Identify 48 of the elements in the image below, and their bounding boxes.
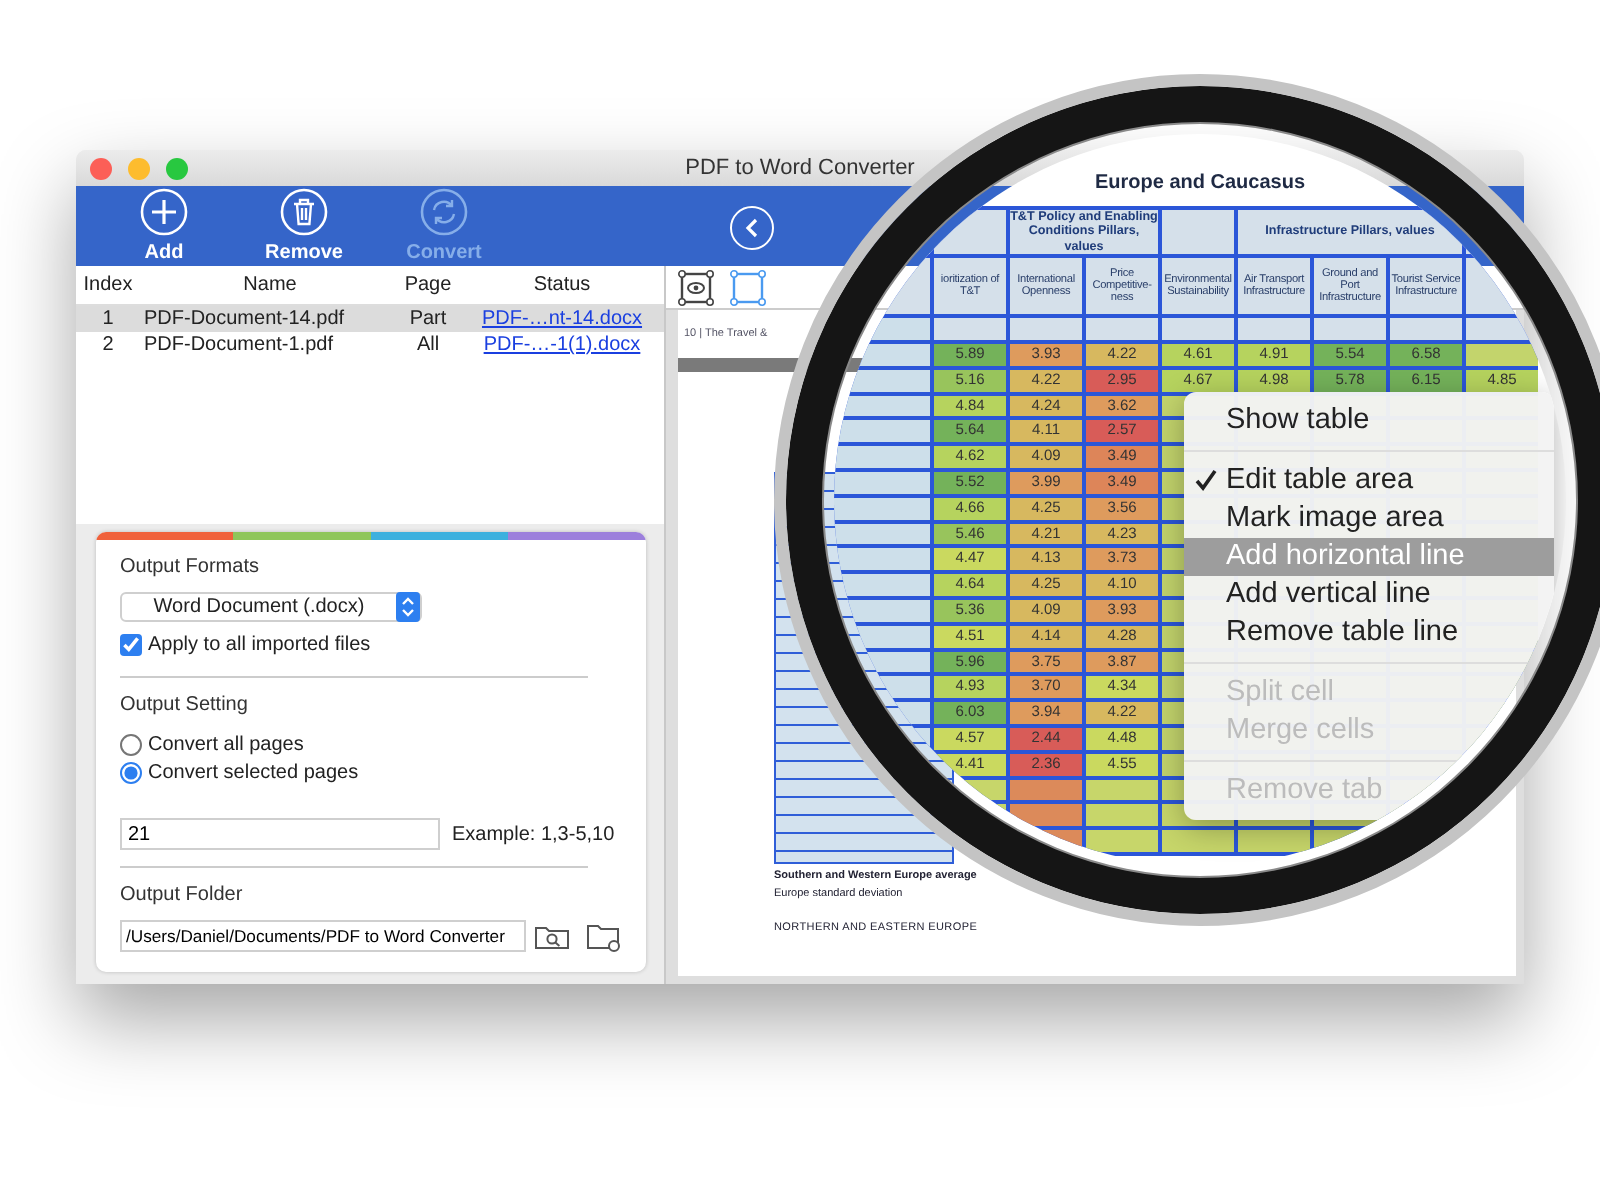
radio-button[interactable]: [120, 733, 142, 755]
close-button[interactable]: [90, 157, 112, 179]
menu-item[interactable]: Edit table area: [1184, 462, 1554, 500]
file-link[interactable]: PDF-…-1(1).docx: [483, 334, 641, 356]
folder-icon: [586, 921, 622, 951]
radio-label: Convert selected pages: [148, 759, 359, 787]
browse-button[interactable]: [534, 922, 570, 950]
column-header[interactable]: Page: [396, 270, 460, 300]
folder-search-icon: [534, 922, 570, 950]
checkbox-label: Apply to all imported files: [148, 632, 371, 660]
section-title: Output Setting: [120, 692, 250, 720]
table-cell: PDF-Document-1.pdf: [144, 334, 333, 356]
column-header[interactable]: Name: [140, 270, 396, 300]
table-cell: 2: [102, 334, 114, 356]
section-title: Output Folder: [120, 882, 245, 910]
file-row[interactable]: 1 PDF-Document-14.pdf Part PDF-…nt-14.docx: [76, 306, 664, 332]
chevron-left-icon: [744, 218, 760, 238]
menu-item[interactable]: Mark image area: [1184, 500, 1554, 538]
table-cell: All: [416, 334, 440, 356]
section-title: Output Formats: [120, 554, 261, 582]
checkbox[interactable]: [120, 634, 142, 656]
radio-label: Convert all pages: [148, 731, 304, 759]
toolbar-button[interactable]: Remove: [234, 188, 374, 264]
radio-button[interactable]: [120, 761, 142, 783]
stepper-icon: [396, 592, 420, 622]
file-row[interactable]: 2 PDF-Document-1.pdf All PDF-…-1(1).docx: [76, 332, 664, 358]
example-hint: Example: 1,3-5,10: [452, 821, 615, 849]
file-link[interactable]: PDF-…nt-14.docx: [481, 308, 643, 330]
folder-path-field[interactable]: /Users/Daniel/Documents/PDF to Word Converter: [120, 920, 526, 952]
menu-item[interactable]: Show table: [1184, 402, 1554, 440]
toolbar-button[interactable]: Add: [94, 188, 234, 264]
back-button[interactable]: [730, 206, 774, 250]
page-range-field[interactable]: 21: [120, 818, 440, 850]
format-select[interactable]: Word Document (.docx): [120, 592, 422, 622]
menu-item[interactable]: Remove table line: [1184, 614, 1554, 652]
table-cell: 1: [102, 308, 114, 330]
table-title: Europe and Caucasus: [1094, 170, 1306, 198]
trash-icon: [280, 188, 328, 236]
column-header[interactable]: Index: [76, 270, 140, 300]
plus-icon: [140, 188, 188, 236]
refresh-icon: [420, 188, 468, 236]
table-cell: Part: [409, 308, 447, 330]
preview-tool[interactable]: [678, 269, 714, 305]
open-folder-button[interactable]: [586, 921, 622, 951]
menu-item[interactable]: Add vertical line: [1184, 576, 1554, 614]
column-header[interactable]: Status: [460, 270, 664, 300]
table-cell: PDF-Document-14.pdf: [144, 308, 345, 330]
window-title: PDF to Word Converter: [685, 155, 915, 180]
